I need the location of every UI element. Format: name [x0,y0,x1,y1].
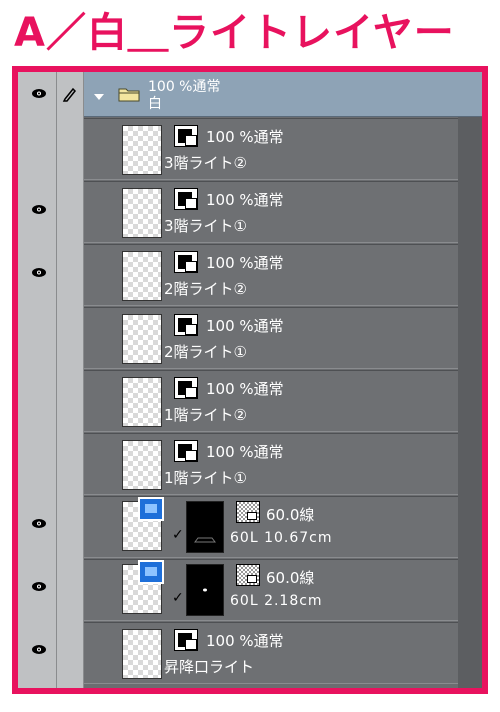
eye-icon[interactable] [32,582,46,591]
eye-icon[interactable] [32,519,46,528]
raster-layer-icon [174,251,198,273]
mask-thumbnail [186,564,224,616]
layer-row[interactable]: 100 %通常 1階ライト② [84,370,458,432]
layer-blend-mode: 100 %通常 [206,317,284,335]
layer-row[interactable]: 100 %通常 昇降口ライト [84,622,458,684]
raster-layer-icon [174,125,198,147]
eye-icon[interactable] [32,89,46,98]
mask-thumbnail [186,501,224,553]
panel-scroll-track[interactable] [458,72,482,688]
vector-layer-row[interactable]: ✓ 60.0線 60L 2.18cm [84,559,458,621]
line-pattern-icon [236,501,260,523]
layer-blend-mode: 100 %通常 [206,191,284,209]
layer-name: 2階ライト② [164,280,247,298]
layer-row[interactable]: 100 %通常 2階ライト① [84,307,458,369]
lock-column [57,72,84,688]
layer-blend-mode: 100 %通常 [206,443,284,461]
vector-layer-row[interactable]: ✓ 60.0線 60L 10.67cm [84,496,458,558]
eye-icon[interactable] [32,268,46,277]
raster-layer-icon [174,377,198,399]
vector-layer-icon [138,497,164,521]
layer-thumbnail [122,125,162,175]
raster-layer-icon [174,629,198,651]
layer-thumbnail [122,440,162,490]
layer-row[interactable]: 100 %通常 3階ライト① [84,181,458,243]
line-width-mode: 60.0線 [266,506,315,524]
eye-icon[interactable] [32,205,46,214]
layer-name: 3階ライト① [164,217,247,235]
line-pattern-icon [236,564,260,586]
eye-icon[interactable] [32,645,46,654]
layer-thumbnail [122,314,162,364]
layer-thumbnail [122,377,162,427]
line-width-mode: 60.0線 [266,569,315,587]
layer-thumbnail [122,251,162,301]
layer-name: 昇降口ライト [164,658,255,676]
layer-blend-mode: 100 %通常 [206,254,284,272]
layer-blend-mode: 100 %通常 [206,128,284,146]
layer-name: 3階ライト② [164,154,247,172]
layer-row[interactable]: 100 %通常 2階ライト② [84,244,458,306]
folder-icon [118,86,140,106]
layer-thumbnail [122,629,162,679]
raster-layer-icon [174,188,198,210]
layer-thumbnail [122,188,162,238]
line-info: 60L 2.18cm [230,593,323,609]
raster-layer-icon [174,440,198,462]
layer-blend-mode: 100 %通常 [206,380,284,398]
check-icon: ✓ [172,527,184,543]
folder-name: 白 [148,96,162,112]
pen-icon[interactable] [62,86,78,106]
layer-blend-mode: 100 %通常 [206,632,284,650]
chevron-down-icon[interactable] [94,94,104,100]
vector-layer-icon [138,560,164,584]
layer-row[interactable]: 100 %通常 3階ライト② [84,118,458,180]
layer-name: 1階ライト② [164,406,247,424]
check-icon: ✓ [172,590,184,606]
layer-row[interactable]: 100 %通常 1階ライト① [84,433,458,495]
layer-folder-row[interactable]: 100 %通常 白 [84,72,482,117]
layer-name: 2階ライト① [164,343,247,361]
raster-layer-icon [174,314,198,336]
page-title: A／白＿ライトレイヤー [14,10,455,56]
line-info: 60L 10.67cm [230,530,333,546]
layer-name: 1階ライト① [164,469,247,487]
visibility-column [18,72,57,688]
